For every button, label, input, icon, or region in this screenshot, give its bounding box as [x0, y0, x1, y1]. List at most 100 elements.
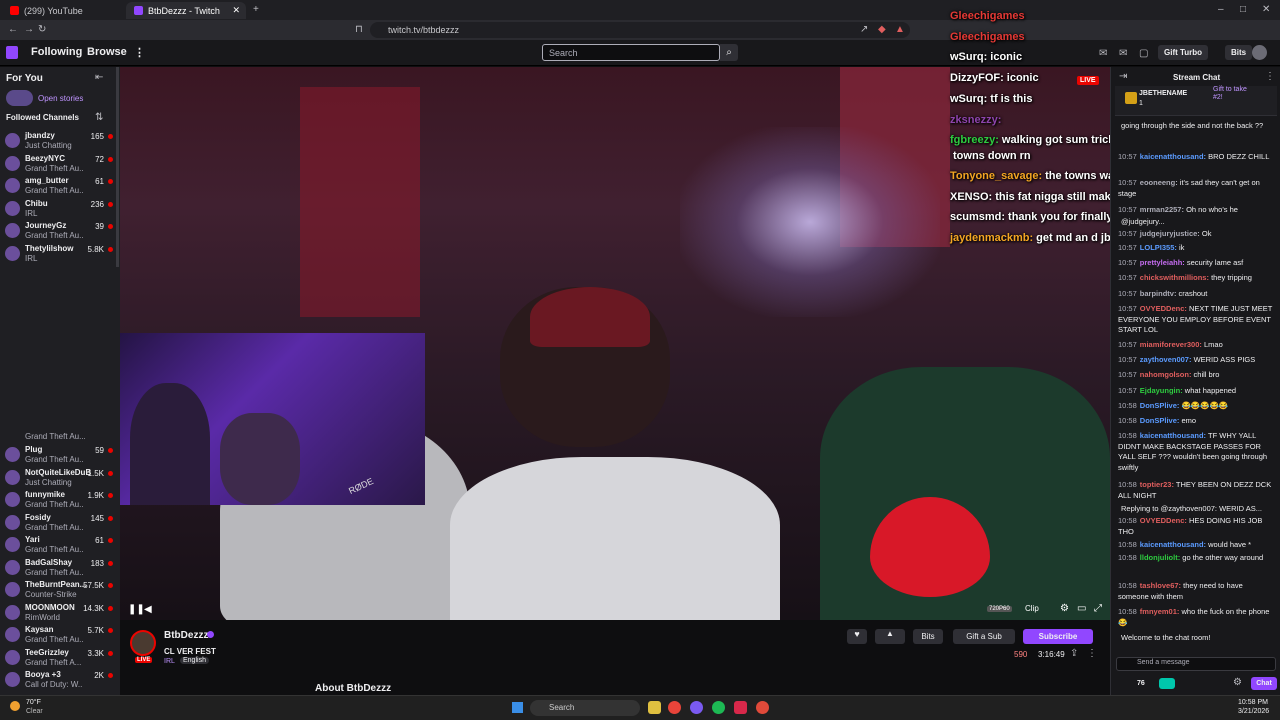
- more-options-icon[interactable]: ⋮: [1087, 648, 1097, 659]
- avatar[interactable]: [1252, 45, 1267, 60]
- category-link[interactable]: IRL: [164, 658, 175, 665]
- app-icon[interactable]: [734, 701, 747, 714]
- bookmark-icon[interactable]: ⊓: [355, 24, 363, 35]
- collapse-chat-icon[interactable]: ⇥: [1119, 71, 1127, 82]
- more-menu-icon[interactable]: ⋮: [134, 46, 145, 59]
- sidebar-scrollbar[interactable]: [116, 67, 119, 267]
- chat-username[interactable]: OVYEDDenc:: [1140, 304, 1187, 313]
- sidebar-channel[interactable]: Thetylilshow IRL 5.8K: [0, 243, 118, 265]
- bits-button[interactable]: Bits: [913, 629, 943, 644]
- theatre-mode-icon[interactable]: ▭: [1077, 603, 1086, 614]
- chat-username[interactable]: prettyleiahh:: [1140, 258, 1185, 267]
- chat-username[interactable]: DonSPlive:: [1140, 401, 1180, 410]
- sidebar-channel[interactable]: jbandzy Just Chatting 165: [0, 130, 118, 152]
- discord-icon[interactable]: [690, 701, 703, 714]
- chat-username[interactable]: Ejdayungin:: [1140, 386, 1183, 395]
- sidebar-channel[interactable]: MOONMOON RimWorld 14.3K: [0, 602, 118, 624]
- close-window-icon[interactable]: ✕: [1262, 4, 1270, 15]
- taskbar-search[interactable]: Search: [530, 700, 640, 716]
- chat-username[interactable]: nahomgolson:: [1140, 370, 1192, 379]
- pause-icon[interactable]: ❚❚: [128, 604, 145, 615]
- notify-icon[interactable]: ▲: [875, 629, 905, 644]
- chrome-icon[interactable]: [756, 701, 769, 714]
- chat-username[interactable]: miamiforever300:: [1140, 340, 1202, 349]
- follow-heart-icon[interactable]: ♥: [847, 629, 867, 644]
- sidebar-channel[interactable]: BadGalShay Grand Theft Au... 183: [0, 557, 118, 579]
- chat-username[interactable]: chickswithmillions:: [1140, 273, 1209, 282]
- sidebar-channel[interactable]: JourneyGz Grand Theft Au... 39: [0, 220, 118, 242]
- forward-icon[interactable]: →: [24, 24, 34, 35]
- chat-settings-icon[interactable]: ⚙: [1233, 677, 1242, 688]
- browser-icon[interactable]: [668, 701, 681, 714]
- sidebar-channel[interactable]: Booya +3 Call of Duty: W... 2K: [0, 669, 118, 691]
- chat-username[interactable]: LOLPI355:: [1140, 243, 1177, 252]
- chat-username[interactable]: DonSPlive:: [1140, 416, 1180, 425]
- channel-points[interactable]: 76: [1137, 680, 1145, 687]
- chat-username[interactable]: tashlove67:: [1140, 581, 1181, 590]
- chat-username[interactable]: kaicenatthousand:: [1140, 152, 1206, 161]
- maximize-icon[interactable]: □: [1240, 4, 1246, 15]
- file-explorer-icon[interactable]: [648, 701, 661, 714]
- chat-username[interactable]: zaythoven007:: [1140, 355, 1192, 364]
- sidebar-channel[interactable]: Yari Grand Theft Au... 61: [0, 534, 118, 556]
- start-icon[interactable]: [512, 702, 523, 713]
- gift-sub-button[interactable]: Gift a Sub: [953, 629, 1015, 644]
- pinned-gift-banner[interactable]: JBETHENAME 1 Gift to take #2!: [1115, 86, 1277, 116]
- collapse-sidebar-icon[interactable]: ⇤: [95, 72, 103, 83]
- chat-username[interactable]: toptier23:: [1140, 480, 1174, 489]
- notifications-icon[interactable]: ▢: [1139, 48, 1148, 59]
- nav-following[interactable]: Following: [31, 46, 82, 58]
- channel-avatar[interactable]: [130, 630, 156, 656]
- back-icon[interactable]: ←: [8, 24, 18, 35]
- minimize-icon[interactable]: –: [1218, 4, 1224, 15]
- sidebar-channel[interactable]: Kaysan Grand Theft Au... 5.7K: [0, 624, 118, 646]
- sidebar-channel[interactable]: BeezyNYC Grand Theft Au... 72: [0, 153, 118, 175]
- sidebar-channel[interactable]: TeeGrizzley Grand Theft A... 3.3K: [0, 647, 118, 669]
- search-icon[interactable]: ⌕: [720, 44, 738, 61]
- sidebar-channel[interactable]: Fosidy Grand Theft Au... 145: [0, 512, 118, 534]
- spotify-icon[interactable]: [712, 701, 725, 714]
- extension-icon[interactable]: ◆: [878, 24, 886, 35]
- chat-username[interactable]: judgejuryjustice:: [1140, 229, 1200, 238]
- stories-avatars[interactable]: [6, 90, 33, 106]
- sidebar-channel[interactable]: amg_butter Grand Theft Au... 61: [0, 175, 118, 197]
- sidebar-channel[interactable]: Chibu IRL 236: [0, 198, 118, 220]
- twitch-logo-icon[interactable]: [6, 46, 18, 59]
- share-icon[interactable]: ↗: [860, 24, 868, 35]
- share-icon[interactable]: ⇪: [1070, 648, 1078, 659]
- tab-twitch[interactable]: BtbDezzz - Twitch ✕: [126, 2, 246, 19]
- chest-icon[interactable]: [1159, 678, 1175, 689]
- volume-icon[interactable]: ◀: [144, 604, 152, 615]
- inbox-icon[interactable]: ✉: [1119, 48, 1127, 59]
- nav-browse[interactable]: Browse: [87, 46, 127, 58]
- chat-username[interactable]: kaicenatthousand:: [1140, 431, 1206, 440]
- sidebar-channel[interactable]: TheBurntPean... Counter-Strike 57.5K: [0, 579, 118, 601]
- open-stories-link[interactable]: Open stories: [38, 94, 83, 103]
- reload-icon[interactable]: ↻: [38, 24, 46, 35]
- chat-username[interactable]: OVYEDDenc:: [1140, 516, 1187, 525]
- close-tab-icon[interactable]: ✕: [232, 5, 240, 16]
- search-input[interactable]: Search: [542, 44, 720, 61]
- chat-send-button[interactable]: Chat: [1251, 677, 1277, 690]
- sidebar-channel[interactable]: funnymike Grand Theft Au... 1.9K: [0, 489, 118, 511]
- sort-icon[interactable]: ⇅: [95, 112, 103, 123]
- crown-icon[interactable]: ✉: [1099, 48, 1107, 59]
- channel-name[interactable]: BtbDezzz: [164, 630, 208, 641]
- get-bits-button[interactable]: Bits: [1225, 45, 1253, 60]
- sidebar-channel[interactable]: NotQuiteLikeDuB Just Chatting 1.5K: [0, 467, 118, 489]
- settings-icon[interactable]: ⚙: [1060, 603, 1069, 614]
- extension-icon[interactable]: ▲: [895, 24, 905, 35]
- fullscreen-icon[interactable]: ⤢: [1094, 603, 1102, 614]
- new-tab-icon[interactable]: +: [253, 4, 259, 15]
- chat-username[interactable]: barpindtv:: [1140, 289, 1177, 298]
- chat-username[interactable]: fmnyem01:: [1140, 607, 1180, 616]
- chat-input[interactable]: Send a message: [1116, 657, 1276, 671]
- chat-username[interactable]: kaicenatthousand:: [1140, 540, 1206, 549]
- tab-youtube[interactable]: (299) YouTube: [2, 2, 122, 19]
- address-bar[interactable]: twitch.tv/btbdezzz: [370, 22, 910, 38]
- clip-button[interactable]: Clip: [1025, 604, 1039, 613]
- subscribe-button[interactable]: Subscribe: [1023, 629, 1093, 644]
- chat-username[interactable]: mrman2257:: [1140, 205, 1184, 214]
- gift-turbo-button[interactable]: Gift Turbo: [1158, 45, 1209, 60]
- users-icon[interactable]: ⋮: [1265, 71, 1275, 82]
